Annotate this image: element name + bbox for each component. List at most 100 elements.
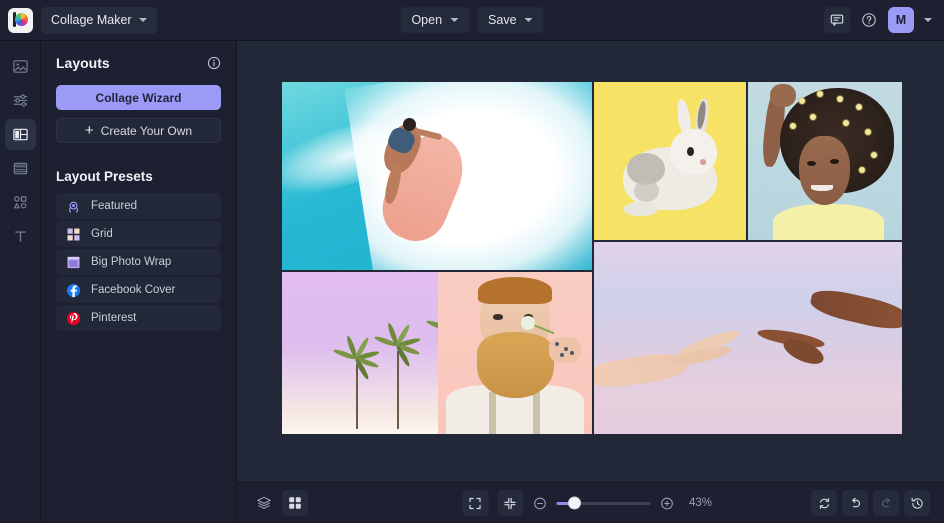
bearded-man-photo[interactable] xyxy=(438,272,592,434)
zoom-out-button[interactable] xyxy=(532,496,547,511)
collage-right-column xyxy=(594,82,902,434)
fullscreen-button[interactable] xyxy=(462,490,488,516)
rabbit-photo[interactable] xyxy=(594,82,746,240)
man-hair xyxy=(478,276,552,305)
sliders-icon xyxy=(13,94,27,107)
open-button[interactable]: Open xyxy=(400,7,470,33)
rail-item-photos[interactable] xyxy=(5,51,36,82)
chevron-down-icon xyxy=(524,18,533,22)
preset-facebook-cover[interactable]: Facebook Cover xyxy=(56,277,221,303)
palm-trunk xyxy=(356,364,359,430)
man-suspender xyxy=(533,391,541,434)
save-label: Save xyxy=(488,13,517,27)
hair-flower xyxy=(871,151,878,158)
app-root: Collage Maker Open Save M Layouts Collag… xyxy=(0,0,944,523)
fit-to-screen-button[interactable] xyxy=(497,490,523,516)
text-icon xyxy=(14,231,26,242)
left-hand-arm xyxy=(594,350,688,391)
help-button[interactable] xyxy=(856,7,882,33)
zoom-level-label: 43% xyxy=(689,497,713,509)
preset-featured[interactable]: Featured xyxy=(56,193,221,219)
header-center-actions: Open Save xyxy=(400,7,544,33)
tool-rail xyxy=(0,41,41,523)
rail-item-text[interactable] xyxy=(5,221,36,252)
layers-button[interactable] xyxy=(251,490,277,516)
preset-pinterest[interactable]: Pinterest xyxy=(56,305,221,331)
rail-item-textures[interactable] xyxy=(5,153,36,184)
zoom-in-button[interactable] xyxy=(659,496,674,511)
canvas-column: 43% xyxy=(237,41,944,523)
rail-item-layouts[interactable] xyxy=(4,119,36,150)
avatar[interactable]: M xyxy=(888,7,914,33)
account-menu-button[interactable] xyxy=(920,18,936,22)
hair-flower xyxy=(798,97,805,104)
hands-photo[interactable] xyxy=(594,242,902,434)
hand-tattoo xyxy=(559,353,564,357)
reset-icon xyxy=(819,497,829,509)
bottom-left-tools xyxy=(251,490,308,516)
save-button[interactable]: Save xyxy=(477,7,544,33)
logo[interactable] xyxy=(0,0,41,41)
rabbit-patch xyxy=(633,179,660,203)
history-button[interactable] xyxy=(904,490,930,516)
graphics-icon xyxy=(13,196,26,209)
thumbnails-button[interactable] xyxy=(282,490,308,516)
rail-item-graphics[interactable] xyxy=(5,187,36,218)
redo-icon xyxy=(881,497,890,507)
hand-tattoo xyxy=(555,341,560,346)
zoom-slider[interactable] xyxy=(556,496,650,510)
bottom-toolbar: 43% xyxy=(237,482,944,523)
plus-icon: + xyxy=(84,122,94,139)
woman-smile xyxy=(811,184,833,191)
undo-icon xyxy=(851,497,860,507)
info-button[interactable] xyxy=(207,56,221,70)
canvas-area[interactable] xyxy=(237,41,944,482)
preset-big-photo-wrap[interactable]: Big Photo Wrap xyxy=(56,249,221,275)
project-title-dropdown[interactable]: Collage Maker xyxy=(41,6,157,34)
hand-tattoo xyxy=(564,346,569,351)
man-mustache xyxy=(490,331,540,345)
palm-crown xyxy=(332,335,381,381)
undo-button[interactable] xyxy=(842,490,868,516)
create-your-own-label: Create Your Own xyxy=(100,123,193,138)
chat-bubble-icon xyxy=(830,14,844,26)
layouts-icon xyxy=(12,128,28,141)
facebook-icon xyxy=(65,282,81,298)
preset-label: Facebook Cover xyxy=(91,284,176,296)
preset-label: Featured xyxy=(91,200,138,212)
zoom-slider-handle[interactable] xyxy=(568,496,582,510)
create-your-own-button[interactable]: + Create Your Own xyxy=(56,118,221,143)
woman-shirt xyxy=(772,203,884,240)
zoom-controls: 43% xyxy=(462,490,719,516)
preset-label: Grid xyxy=(91,228,113,240)
page-title: Layouts xyxy=(56,55,110,71)
redo-button[interactable] xyxy=(873,490,899,516)
woman-face xyxy=(798,135,850,206)
rail-item-adjust[interactable] xyxy=(5,85,36,116)
fit-to-screen-icon xyxy=(504,497,516,509)
chat-button[interactable] xyxy=(824,7,850,33)
rabbit-foot xyxy=(624,202,658,217)
reset-button[interactable] xyxy=(811,490,837,516)
zoom-out-icon xyxy=(533,497,546,509)
surfer-photo[interactable] xyxy=(282,82,592,270)
preset-grid[interactable]: Grid xyxy=(56,221,221,247)
collage xyxy=(282,82,902,434)
picmonkey-logo-icon xyxy=(8,7,33,33)
zoom-in-icon xyxy=(660,497,673,509)
man-eye xyxy=(493,314,503,320)
collage-top-right-row xyxy=(594,82,902,240)
chevron-down-icon xyxy=(450,18,459,22)
collage-wizard-button[interactable]: Collage Wizard xyxy=(56,85,221,110)
palm-crown xyxy=(373,322,421,368)
header-right-actions: M xyxy=(824,7,936,33)
chevron-down-icon xyxy=(138,18,147,22)
woman-flowers-photo[interactable] xyxy=(748,82,902,240)
woman-hand xyxy=(769,83,796,108)
preset-label: Big Photo Wrap xyxy=(91,256,172,268)
man-suspender xyxy=(488,391,496,434)
woman-eye xyxy=(806,161,816,167)
hair-flower xyxy=(789,123,796,130)
image-icon xyxy=(12,60,28,73)
surfer-head xyxy=(402,117,417,131)
